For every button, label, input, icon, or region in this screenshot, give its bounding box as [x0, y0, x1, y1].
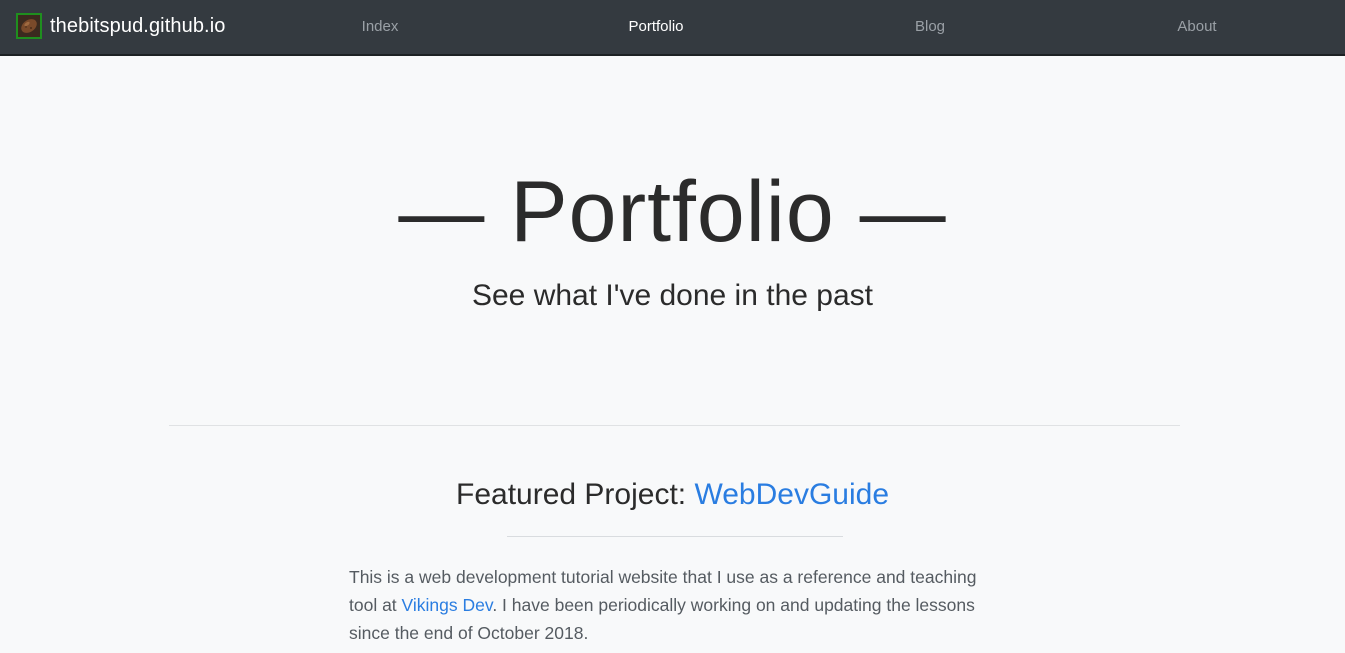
- heading-divider: [507, 536, 843, 537]
- nav-link-index[interactable]: Index: [362, 18, 399, 35]
- nav-link-about[interactable]: About: [1177, 18, 1216, 35]
- section-divider: [169, 425, 1180, 426]
- top-navbar: thebitspud.github.io Index Portfolio Blo…: [0, 0, 1345, 56]
- project-description: This is a web development tutorial websi…: [349, 563, 1009, 647]
- brand-title: thebitspud.github.io: [50, 14, 226, 37]
- featured-prefix: Featured Project:: [456, 478, 695, 511]
- page-title: — Portfolio —: [398, 164, 947, 260]
- potato-icon: [16, 13, 42, 39]
- nav-link-portfolio[interactable]: Portfolio: [628, 18, 683, 35]
- featured-project-heading: Featured Project: WebDevGuide: [0, 475, 1345, 515]
- page-subtitle: See what I've done in the past: [471, 279, 873, 312]
- nav-link-blog[interactable]: Blog: [915, 18, 945, 35]
- webdevguide-link[interactable]: WebDevGuide: [694, 478, 889, 511]
- vikings-dev-link[interactable]: Vikings Dev: [402, 595, 493, 615]
- brand-link[interactable]: thebitspud.github.io: [16, 13, 225, 39]
